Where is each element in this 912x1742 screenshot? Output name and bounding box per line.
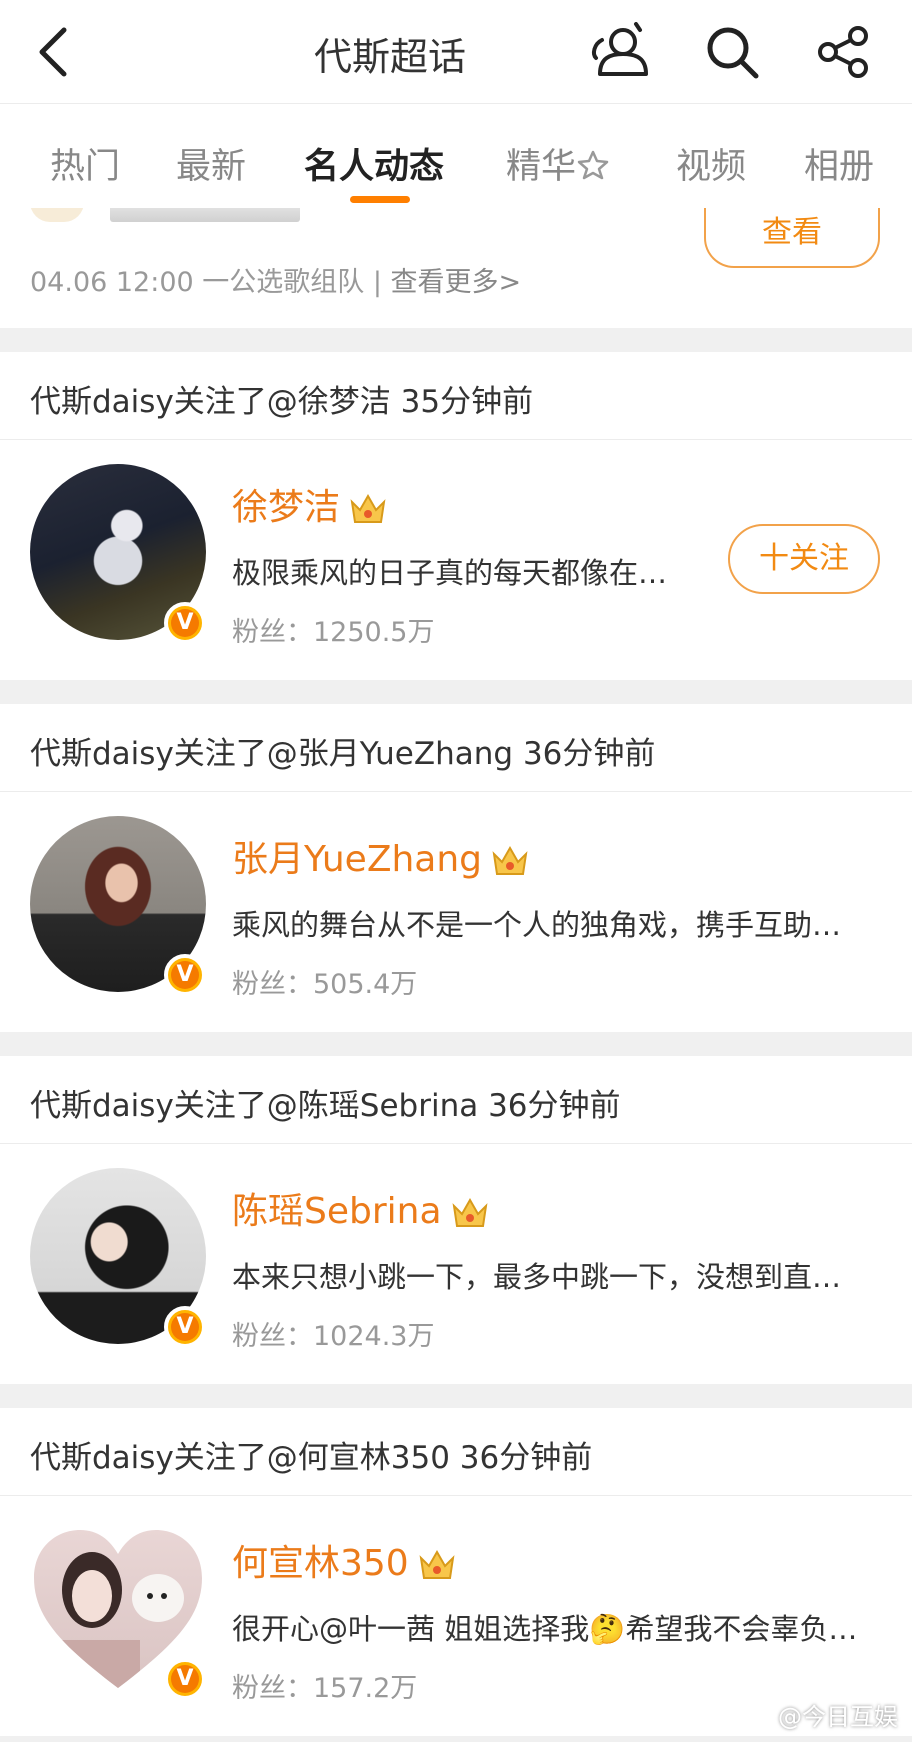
avatar[interactable]: V: [30, 464, 206, 644]
tab-album[interactable]: 相册: [804, 138, 874, 189]
user-card[interactable]: V 何宣林350 很开心@叶一茜 姐姐选择我🤔希望我不会辜负… 粉丝：157.2…: [0, 1496, 912, 1736]
tab-featured-label: 精华: [506, 147, 577, 187]
user-card[interactable]: V 徐梦洁 极限乘风的日子真的每天都像在… 粉丝：1250.5万 十关注: [0, 440, 912, 680]
follow-activity: 代斯daisy关注了@张月YueZhang 36分钟前 V 张月YueZhang…: [0, 704, 912, 1032]
crown-icon: [452, 1197, 487, 1227]
user-name-text: 张月YueZhang: [232, 839, 483, 880]
follow-activity: 代斯daisy关注了@何宣林350 36分钟前 V 何宣林350 很开心@叶一茜…: [0, 1408, 912, 1736]
watermark-text: @今日互娱: [778, 1703, 898, 1731]
user-name[interactable]: 徐梦洁: [232, 478, 388, 530]
activity-text[interactable]: 代斯daisy关注了@张月YueZhang 36分钟前: [30, 728, 655, 773]
event-title-partial: [110, 208, 300, 222]
activity-text[interactable]: 代斯daisy关注了@陈瑶Sebrina 36分钟前: [30, 1080, 621, 1125]
activity-label-row: 代斯daisy关注了@徐梦洁 35分钟前: [0, 352, 912, 440]
user-intro: 乘风的舞台从不是一个人的独角戏，携手互助…: [232, 908, 842, 942]
event-time-topic: 04.06 12:00 一公选歌组队 |: [30, 267, 391, 298]
avatar[interactable]: V: [30, 1168, 206, 1348]
share-icon[interactable]: [814, 22, 874, 82]
follow-button[interactable]: 十关注: [728, 524, 880, 594]
crown-icon: [492, 845, 528, 875]
avatar[interactable]: V: [30, 1520, 206, 1700]
tab-celebrity[interactable]: 名人动态: [304, 138, 444, 189]
tab-video[interactable]: 视频: [676, 138, 746, 189]
fans-count: 粉丝：1024.3万: [232, 1321, 435, 1352]
activity-label-row: 代斯daisy关注了@何宣林350 36分钟前: [0, 1408, 912, 1496]
crown-icon: [419, 1549, 455, 1579]
user-name[interactable]: 张月YueZhang: [232, 830, 530, 882]
view-more-link[interactable]: 查看更多>: [391, 267, 522, 298]
activity-text[interactable]: 代斯daisy关注了@何宣林350 36分钟前: [30, 1432, 592, 1477]
user-name-text: 陈瑶Sebrina: [232, 1191, 442, 1232]
user-card[interactable]: V 陈瑶Sebrina 本来只想小跳一下，最多中跳一下，没想到直… 粉丝：102…: [0, 1144, 912, 1384]
user-manage-icon[interactable]: [590, 22, 650, 82]
activity-label-row: 代斯daisy关注了@张月YueZhang 36分钟前: [0, 704, 912, 792]
fans-count: 粉丝：157.2万: [232, 1673, 418, 1704]
user-intro: 本来只想小跳一下，最多中跳一下，没想到直…: [232, 1260, 842, 1294]
tab-hot[interactable]: 热门: [50, 138, 120, 189]
event-card: 04.06 12:00 一公选歌组队 | 查看更多> 查看: [0, 208, 912, 328]
tab-featured[interactable]: 精华: [506, 138, 610, 189]
user-name[interactable]: 陈瑶Sebrina: [232, 1182, 490, 1234]
user-card[interactable]: V 张月YueZhang 乘风的舞台从不是一个人的独角戏，携手互助… 粉丝：50…: [0, 792, 912, 1032]
page-title: 代斯超话: [313, 35, 466, 79]
crown-icon: [350, 493, 386, 523]
verified-badge-icon: V: [164, 602, 206, 644]
user-name-text: 何宣林350: [232, 1543, 409, 1584]
user-name-text: 徐梦洁: [232, 487, 341, 528]
user-intro: 极限乘风的日子真的每天都像在…: [232, 556, 668, 590]
search-icon[interactable]: [702, 22, 762, 82]
tab-latest[interactable]: 最新: [176, 138, 246, 189]
activity-label-row: 代斯daisy关注了@陈瑶Sebrina 36分钟前: [0, 1056, 912, 1144]
event-avatar-partial: [30, 208, 84, 222]
user-name[interactable]: 何宣林350: [232, 1534, 457, 1586]
active-tab-indicator: [350, 196, 410, 203]
follow-activity: 代斯daisy关注了@徐梦洁 35分钟前 V 徐梦洁 极限乘风的日子真的每天都像…: [0, 352, 912, 680]
fans-count: 粉丝：505.4万: [232, 969, 418, 1000]
top-nav-bar: 代斯超话: [0, 0, 912, 104]
verified-badge-icon: V: [164, 1658, 206, 1700]
follow-activity: 代斯daisy关注了@陈瑶Sebrina 36分钟前 V 陈瑶Sebrina 本…: [0, 1056, 912, 1384]
event-info: 04.06 12:00 一公选歌组队 | 查看更多>: [30, 260, 521, 299]
verified-badge-icon: V: [164, 954, 206, 996]
avatar[interactable]: V: [30, 816, 206, 996]
tab-bar: 热门 最新 名人动态 精华 视频 相册: [0, 104, 912, 208]
view-button[interactable]: 查看: [704, 208, 880, 268]
verified-badge-icon: V: [164, 1306, 206, 1348]
fans-count: 粉丝：1250.5万: [232, 617, 435, 648]
star-badge-icon: [577, 150, 609, 180]
activity-text[interactable]: 代斯daisy关注了@徐梦洁 35分钟前: [30, 376, 533, 421]
user-intro: 很开心@叶一茜 姐姐选择我🤔希望我不会辜负…: [232, 1612, 858, 1646]
